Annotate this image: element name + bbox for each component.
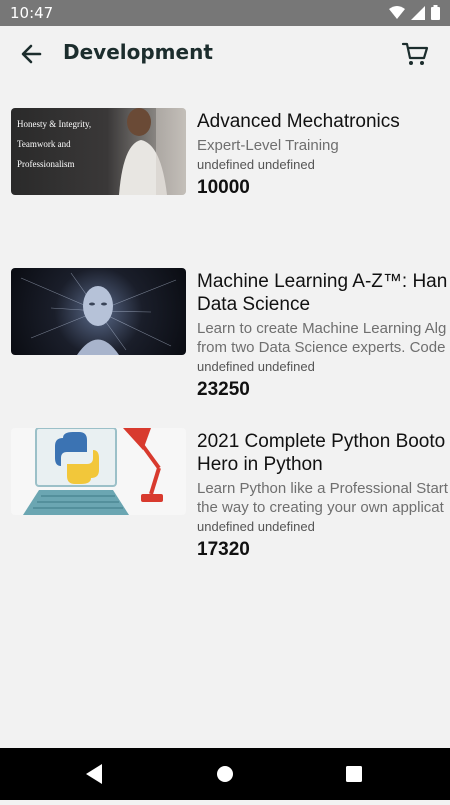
- course-author: undefined undefined: [197, 157, 315, 172]
- battery-icon: [431, 5, 440, 20]
- course-item[interactable]: Honesty & Integrity, Teamwork and Profes…: [0, 108, 450, 268]
- signal-icon: [411, 5, 425, 20]
- nav-home-button[interactable]: [195, 748, 255, 800]
- course-description: Learn to create Machine Learning Alg fro…: [197, 320, 447, 356]
- thumbnail-ai-face: [20, 272, 177, 355]
- app-bar: Development: [0, 26, 450, 82]
- course-info: Advanced Mechatronics Expert-Level Train…: [197, 110, 450, 199]
- thumbnail-caption: Honesty & Integrity, Teamwork and Profes…: [17, 119, 92, 169]
- course-description: Learn Python like a Professional Start t…: [197, 480, 448, 516]
- course-price: 17320: [197, 539, 250, 560]
- status-bar: 10:47: [0, 0, 450, 26]
- back-button[interactable]: [18, 40, 46, 68]
- course-thumbnail: [11, 268, 186, 355]
- course-list: Honesty & Integrity, Teamwork and Profes…: [0, 108, 450, 588]
- thumbnail-python: [23, 428, 163, 515]
- cart-button[interactable]: [400, 39, 430, 69]
- course-author: undefined undefined: [197, 519, 315, 534]
- course-title: Advanced Mechatronics: [197, 111, 400, 132]
- arrow-left-icon: [21, 44, 42, 64]
- page-title: Development: [63, 40, 213, 64]
- status-icons: [389, 5, 440, 20]
- course-thumbnail: [11, 428, 186, 515]
- nav-recents-button[interactable]: [324, 748, 384, 800]
- wifi-icon: [389, 5, 405, 19]
- cart-icon: [401, 42, 429, 65]
- course-title: Machine Learning A-Z™: Han Data Science: [197, 271, 448, 315]
- nav-back-button[interactable]: [64, 748, 124, 800]
- circle-home-icon: [217, 766, 233, 782]
- course-item[interactable]: 2021 Complete Python Booto Hero in Pytho…: [0, 428, 450, 588]
- status-time: 10:47: [10, 4, 54, 22]
- square-recents-icon: [346, 766, 362, 782]
- course-thumbnail: Honesty & Integrity, Teamwork and Profes…: [11, 108, 186, 195]
- course-price: 23250: [197, 379, 250, 400]
- course-description: Expert-Level Training: [197, 137, 339, 154]
- course-item[interactable]: Machine Learning A-Z™: Han Data Science …: [0, 268, 450, 428]
- course-title: 2021 Complete Python Booto Hero in Pytho…: [197, 431, 446, 475]
- course-info: 2021 Complete Python Booto Hero in Pytho…: [197, 430, 450, 561]
- course-info: Machine Learning A-Z™: Han Data Science …: [197, 270, 450, 401]
- system-nav-bar: [0, 748, 450, 800]
- triangle-back-icon: [86, 764, 102, 784]
- course-author: undefined undefined: [197, 359, 315, 374]
- course-price: 10000: [197, 177, 250, 198]
